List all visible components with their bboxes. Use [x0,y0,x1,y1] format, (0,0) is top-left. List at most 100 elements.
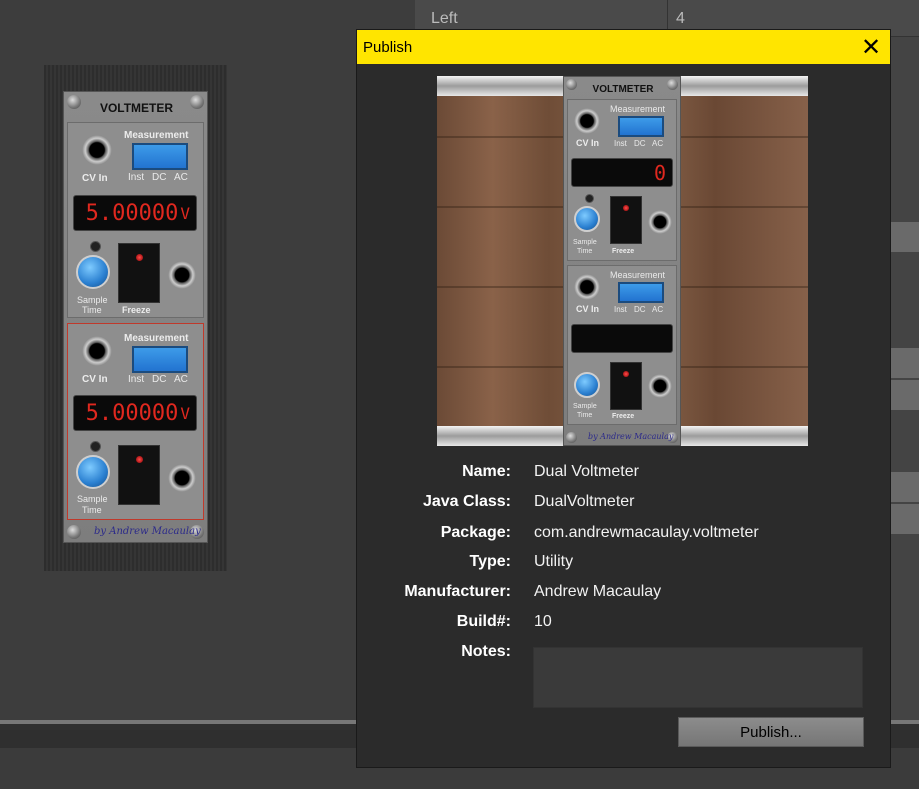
mode-dc-label: DC [152,172,167,183]
freeze-label: Freeze [122,305,151,315]
freeze-led [136,254,143,261]
measurement-label: Measurement [610,270,666,280]
sample-time-knob[interactable] [76,255,110,289]
freeze-button [610,362,642,410]
voltage-display-2 [571,324,673,353]
name-label: Name: [462,463,511,480]
voltage-reading: 5.00000 [85,400,179,426]
manufacturer-value: Andrew Macaulay [534,583,662,600]
sample-label: Sample [573,239,597,246]
freeze-led [136,456,143,463]
row-value: 4 [676,10,685,27]
background-list-item[interactable] [890,380,919,410]
measurement-label: Measurement [610,104,666,114]
module-title: VOLTMETER [99,101,174,115]
freeze-jack [648,374,672,398]
time-label: Time [82,305,102,315]
measurement-mode-button[interactable] [132,346,188,373]
signature: by Andrew Macaulay [588,432,674,441]
unit-label: V [180,403,190,423]
background-list-item[interactable] [890,222,919,252]
sample-time-knob[interactable] [76,455,110,489]
background-list-item[interactable] [890,472,919,502]
mode-inst-label: Inst [614,139,627,148]
background-list-item[interactable] [890,504,919,534]
preview-channel-2: CV In Measurement Inst DC AC Sample Time… [567,265,677,425]
type-value: Utility [534,553,574,570]
background-list-item[interactable] [890,348,919,378]
java-class-label: Java Class: [422,493,511,510]
freeze-jack [648,210,672,234]
close-icon: ✕ [860,33,882,61]
dialog-titlebar[interactable]: Publish ✕ [357,30,890,64]
sample-label: Sample [573,403,597,410]
notes-input[interactable] [533,647,863,708]
measurement-label: Measurement [124,333,189,344]
freeze-button[interactable] [118,243,160,303]
cv-in-jack[interactable] [82,336,112,366]
build-value: 10 [534,613,552,630]
type-label: Type: [469,553,511,570]
time-label: Time [577,412,593,419]
voltage-reading: 0 [653,160,666,185]
voltmeter-channel-1: CV In Measurement Inst DC AC 5.00000 V Sa… [67,122,204,318]
preview-voltmeter-module: VOLTMETER CV In Measurement Inst DC AC 0… [563,76,681,446]
status-led [90,241,101,252]
notes-label: Notes: [461,643,511,660]
cv-in-label: CV In [82,374,108,385]
cv-in-jack [574,274,600,300]
mode-ac-label: AC [174,172,188,183]
name-value: Dual Voltmeter [534,463,639,480]
freeze-label: Freeze [612,413,635,420]
mode-inst-label: Inst [128,374,145,385]
voltage-display-2: 5.00000 V [73,395,197,431]
manufacturer-label: Manufacturer: [404,583,511,600]
signature: by Andrew Macaulay [94,526,201,537]
mode-dc-label: DC [152,374,167,385]
unit-label: V [180,203,190,223]
freeze-jack[interactable] [168,464,196,492]
publish-dialog: Publish ✕ VOLTMETER CV In Measurement In… [356,29,891,768]
mode-ac-label: AC [652,139,664,148]
mode-ac-label: AC [652,305,664,314]
voltage-display-1: 0 [571,158,673,187]
time-label: Time [577,248,593,255]
sample-label: Sample [77,295,108,305]
row-label: Left [431,10,458,27]
close-button[interactable]: ✕ [857,33,885,61]
sample-label: Sample [77,494,108,504]
cv-in-label: CV In [576,138,600,148]
preview-channel-1: CV In Measurement Inst DC AC 0 Sample Ti… [567,99,677,261]
module-title: VOLTMETER [592,84,654,95]
sample-time-knob [574,206,600,232]
status-led [90,441,101,452]
cv-in-label: CV In [576,304,600,314]
voltmeter-channel-2: CV In Measurement Inst DC AC 5.00000 V Sa… [67,323,204,520]
mode-inst-label: Inst [614,305,627,314]
sample-time-knob [574,372,600,398]
mode-dc-label: DC [634,305,646,314]
voltage-reading: 5.00000 [85,200,179,226]
measurement-mode-button[interactable] [132,143,188,170]
voltmeter-module[interactable]: VOLTMETER CV In Measurement Inst DC AC 5… [63,91,208,543]
cv-in-jack [574,108,600,134]
dialog-title: Publish [363,39,413,56]
voltage-display-1: 5.00000 V [73,195,197,231]
publish-button[interactable]: Publish... [678,717,864,747]
cv-in-jack[interactable] [82,135,112,165]
freeze-jack[interactable] [168,261,196,289]
freeze-button[interactable] [118,445,160,505]
mode-dc-label: DC [634,139,646,148]
freeze-button [610,196,642,244]
java-class-value: DualVoltmeter [534,493,635,510]
module-preview-image: VOLTMETER CV In Measurement Inst DC AC 0… [437,76,808,446]
cv-in-label: CV In [82,173,108,184]
freeze-label: Freeze [612,248,635,255]
screw-icon [67,525,81,539]
measurement-mode-button [618,282,664,303]
time-label: Time [82,505,102,515]
mode-inst-label: Inst [128,172,145,183]
freeze-led [623,371,629,377]
build-label: Build#: [456,613,511,630]
package-value: com.andrewmacaulay.voltmeter [534,524,759,541]
